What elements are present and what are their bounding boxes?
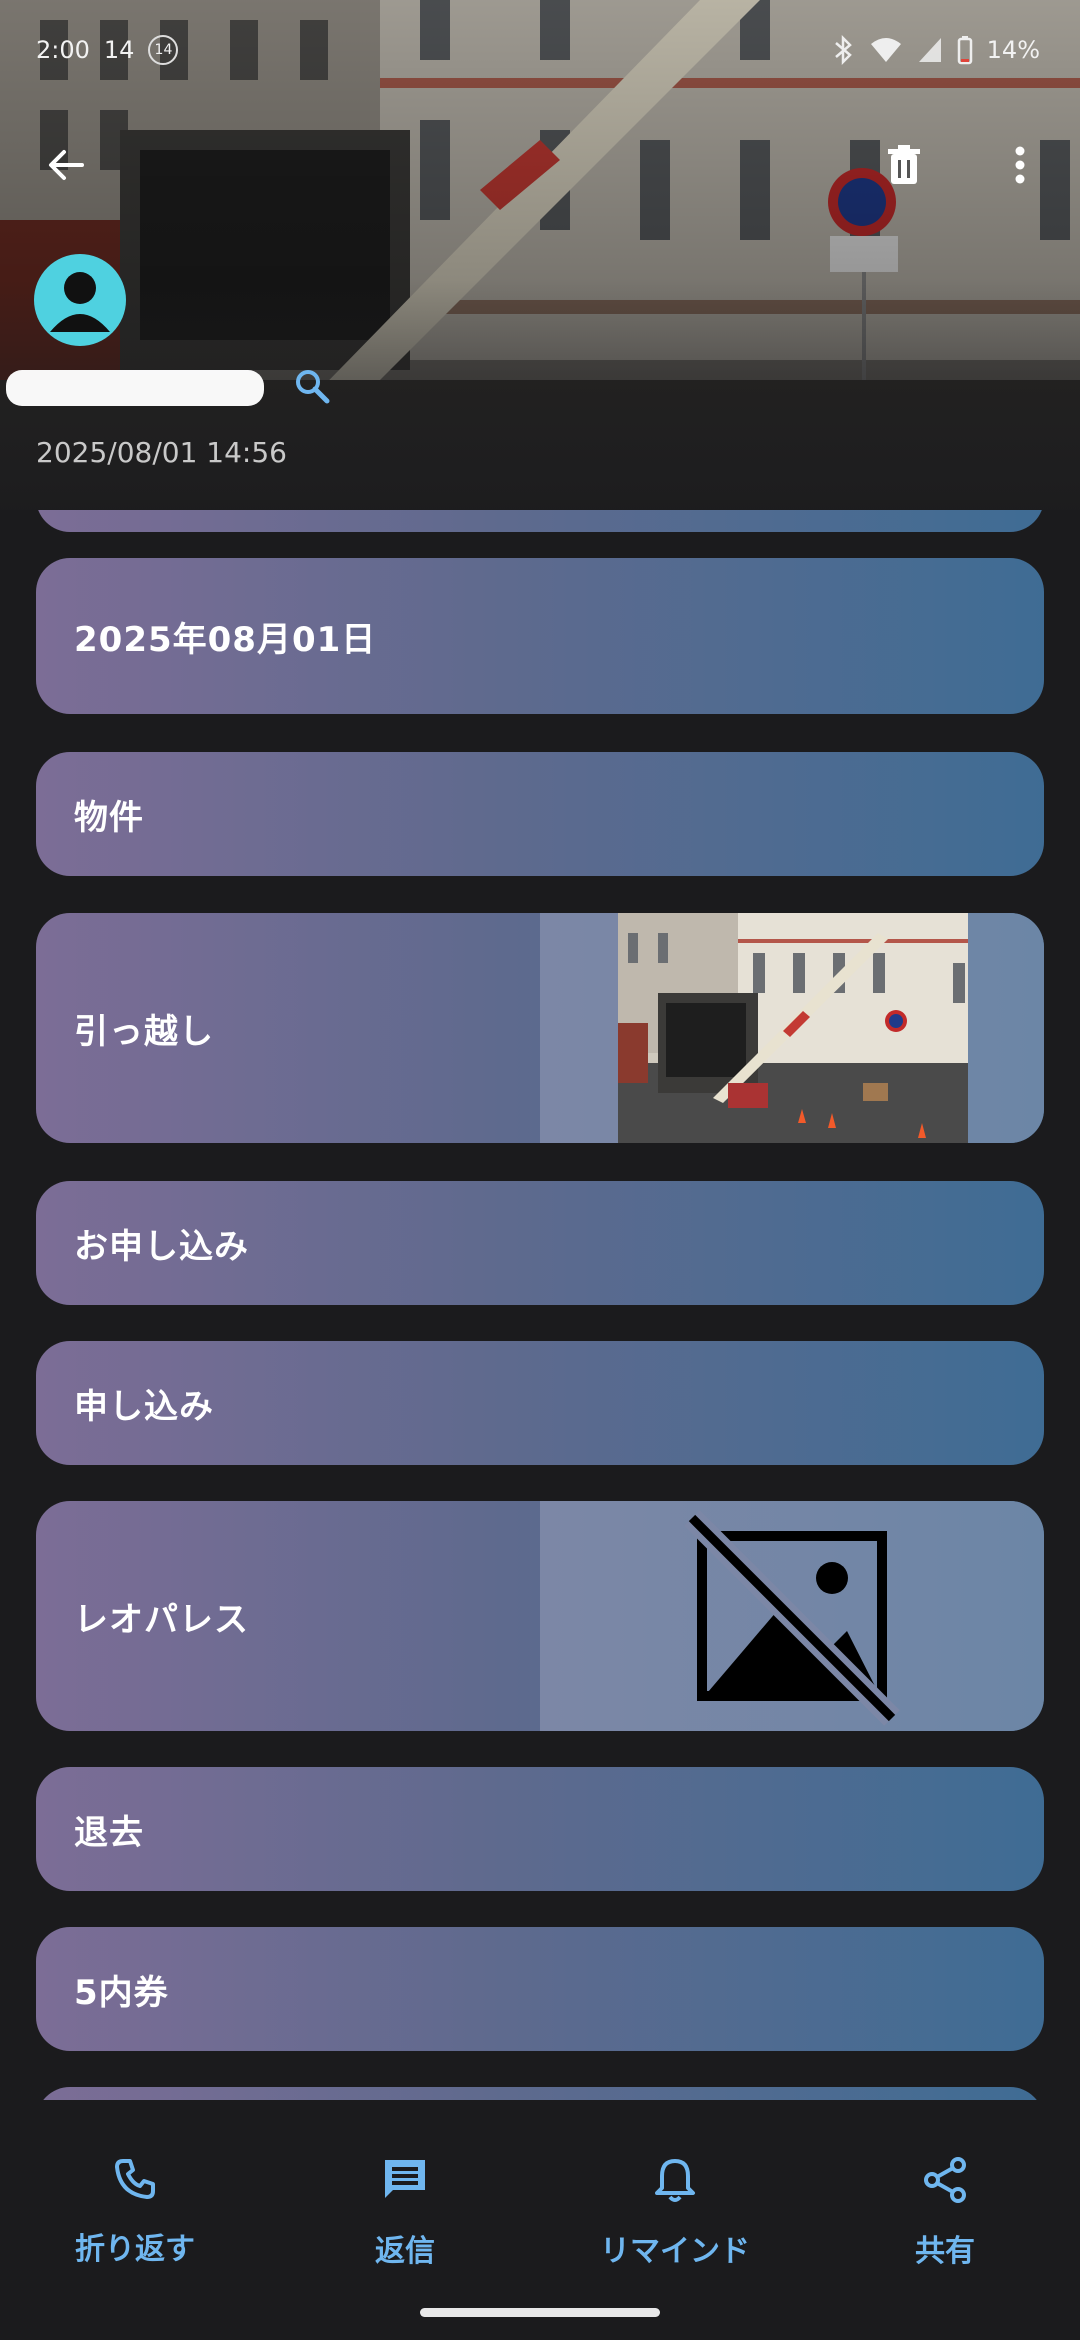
- remind-button[interactable]: リマインド: [540, 2100, 810, 2340]
- sender-name-redacted: [6, 370, 264, 406]
- trash-icon: [888, 145, 920, 184]
- list-card[interactable]: レオパレス: [36, 1501, 1044, 1731]
- list-card[interactable]: 申し込み: [36, 1341, 1044, 1465]
- card-label: 物件: [74, 797, 144, 838]
- status-bar: 2:00 14 14 14%: [0, 0, 1080, 100]
- back-button[interactable]: [36, 135, 96, 195]
- card-label: 申し込み: [74, 1386, 214, 1427]
- call-back-label: 折り返す: [75, 2232, 195, 2267]
- card-thumbnail: [540, 913, 1044, 1143]
- card-label: お申し込み: [74, 1226, 249, 1267]
- list-card[interactable]: 引っ越し: [36, 913, 1044, 1143]
- list-card[interactable]: 2025年08月01日: [36, 558, 1044, 714]
- remind-label: リマインド: [600, 2234, 750, 2269]
- card-label: 引っ越し: [74, 1011, 214, 1052]
- status-badge-text: 14: [154, 42, 173, 58]
- header: 2:00 14 14 14% 2025/08/01 14:56: [0, 0, 1080, 510]
- share-icon: [924, 2157, 966, 2203]
- reply-button[interactable]: 返信: [270, 2100, 540, 2340]
- search-icon: [296, 370, 330, 404]
- person-icon: [50, 272, 110, 332]
- card-label: レオパレス: [74, 1599, 249, 1640]
- status-notification-count: 14: [103, 36, 135, 64]
- moving-truck-photo: [618, 913, 968, 1143]
- list-card[interactable]: お申し込み: [36, 1181, 1044, 1305]
- battery-icon: [957, 36, 972, 65]
- phone-icon: [115, 2159, 155, 2199]
- delete-button[interactable]: [874, 135, 934, 195]
- keyword-list: 2025年08月01日 物件 引っ越し お申し込み 申し込み レオパレス 退去 …: [0, 510, 1080, 2100]
- more-vert-icon: [1015, 146, 1025, 184]
- sender-row: [0, 368, 330, 408]
- card-thumbnail: [540, 1501, 1044, 1731]
- call-back-button[interactable]: 折り返す: [0, 2100, 270, 2340]
- list-card[interactable]: 5内券: [36, 1927, 1044, 2051]
- message-detail-screen: 2:00 14 14 14% 2025/08/01 14:56 2025年08月…: [0, 0, 1080, 2340]
- share-button[interactable]: 共有: [810, 2100, 1080, 2340]
- reply-label: 返信: [375, 2234, 435, 2269]
- avatar[interactable]: [34, 254, 126, 346]
- list-card[interactable]: 物件: [36, 752, 1044, 876]
- image-unavailable-icon: [684, 1510, 900, 1726]
- bluetooth-icon: [834, 35, 852, 65]
- app-bar: [0, 120, 1080, 210]
- message-datetime: 2025/08/01 14:56: [36, 436, 287, 469]
- card-label: 5内券: [74, 1972, 169, 2013]
- card-label: 退去: [74, 1812, 144, 1853]
- list-card[interactable]: 退去: [36, 1767, 1044, 1891]
- status-time: 2:00: [36, 36, 90, 64]
- card-label: 2025年08月01日: [74, 619, 377, 660]
- bell-icon: [655, 2159, 695, 2202]
- sender-search-button[interactable]: [294, 368, 330, 408]
- share-label: 共有: [915, 2234, 975, 2269]
- bottom-action-bar: 折り返す 返信 リマインド 共有: [0, 2100, 1080, 2340]
- more-options-button[interactable]: [990, 135, 1050, 195]
- arrow-left-icon: [49, 150, 84, 180]
- gesture-handle[interactable]: [420, 2308, 660, 2317]
- list-card[interactable]: [36, 510, 1044, 532]
- signal-icon: [918, 38, 941, 62]
- battery-percent: 14%: [986, 36, 1040, 64]
- status-badge: 14: [148, 35, 179, 65]
- wifi-icon: [870, 38, 901, 62]
- message-icon: [385, 2160, 425, 2198]
- list-card[interactable]: [36, 2087, 1044, 2100]
